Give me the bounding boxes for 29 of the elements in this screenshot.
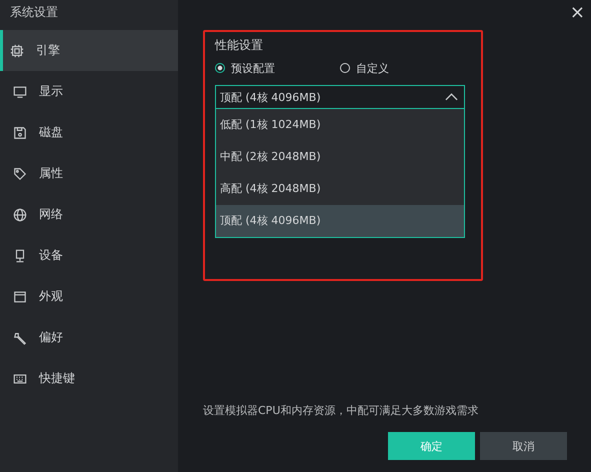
sidebar-item[interactable]: 快捷键 [0, 358, 178, 399]
monitor-icon [13, 84, 27, 98]
chip-icon [10, 44, 24, 58]
sidebar-item[interactable]: 引擎 [0, 30, 178, 71]
sidebar-item[interactable]: 网络 [0, 194, 178, 235]
dropdown-option[interactable]: 低配 (1核 1024MB) [216, 109, 464, 141]
sidebar-item[interactable]: 显示 [0, 71, 178, 112]
radio-option[interactable]: 自定义 [340, 60, 465, 76]
sidebar-item[interactable]: 外观 [0, 276, 178, 317]
dropdown-option[interactable]: 高配 (4核 2048MB) [216, 173, 464, 205]
caret-icon [445, 93, 458, 101]
wrench-icon [13, 330, 27, 344]
keyboard-icon [13, 372, 27, 386]
section-title: 性能设置 [215, 37, 264, 54]
radio-option[interactable]: 预设配置 [215, 60, 340, 76]
sidebar-item[interactable]: 偏好 [0, 317, 178, 358]
tag-icon [13, 166, 27, 180]
sidebar-item[interactable]: 磁盘 [0, 112, 178, 153]
close-button[interactable]: × [564, 0, 591, 24]
sidebar-item[interactable]: 属性 [0, 153, 178, 194]
sidebar-item[interactable]: 设备 [0, 235, 178, 276]
device-icon [13, 248, 27, 262]
cancel-button[interactable]: 取消 [480, 432, 567, 460]
dropdown-option[interactable]: 顶配 (4核 4096MB) [216, 205, 464, 237]
globe-icon [13, 208, 27, 222]
hint-text: 设置模拟器CPU和内存资源，中配可满足大多数游戏需求 [202, 403, 480, 418]
window-title: 系统设置 [9, 4, 59, 21]
window-icon [13, 290, 27, 304]
dropdown-option[interactable]: 中配 (2核 2048MB) [216, 141, 464, 173]
